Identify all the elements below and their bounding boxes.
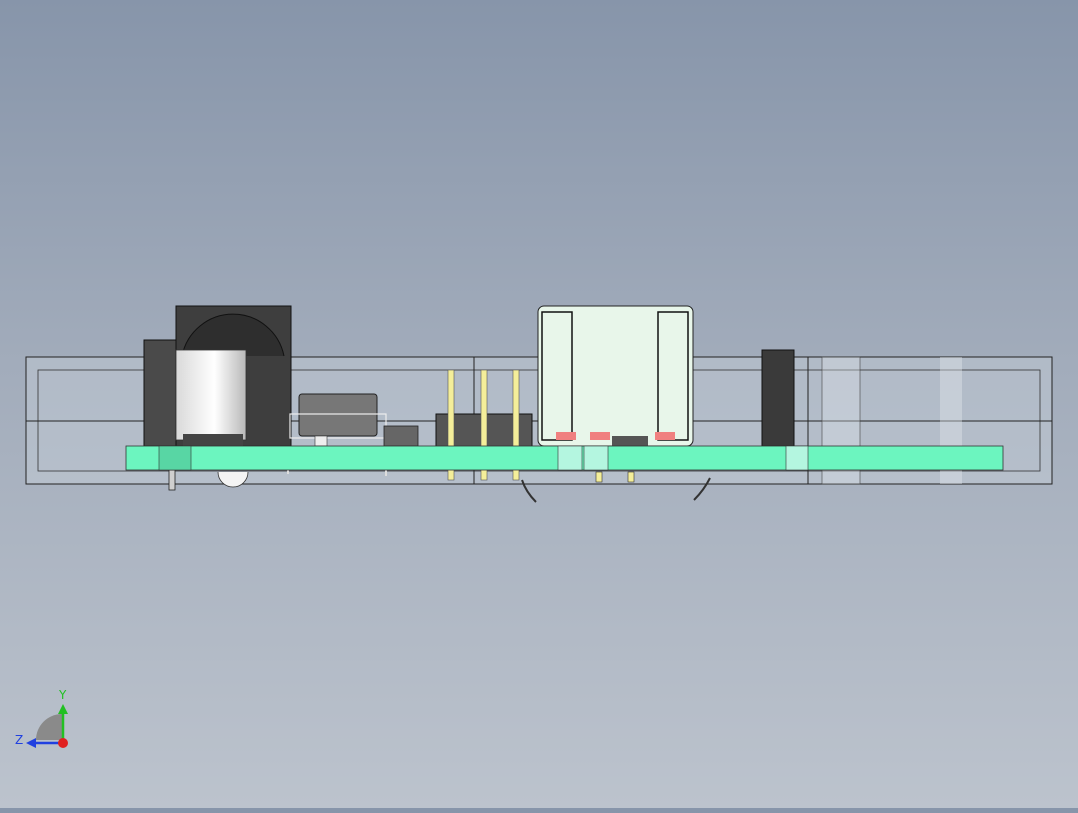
module-foot-1 <box>595 471 603 483</box>
inductor-body <box>298 393 378 437</box>
orientation-triad[interactable]: Y Z <box>15 688 68 748</box>
pcb-via-3 <box>785 445 809 471</box>
smd-pad-3 <box>655 432 675 440</box>
small-ic-1 <box>383 425 419 447</box>
small-ic-2 <box>314 435 328 447</box>
smd-pad-2 <box>590 432 610 440</box>
pcb-via-2 <box>583 445 609 471</box>
model-view-svg: Y Z <box>15 305 1053 748</box>
module-chip <box>612 436 648 446</box>
capacitor-base <box>183 434 243 446</box>
pcb-via-1 <box>557 445 583 471</box>
module-foot-2 <box>627 471 635 483</box>
led-dome <box>217 471 249 488</box>
triad-arc <box>36 714 62 740</box>
cad-viewport[interactable]: Y Z <box>0 0 1078 808</box>
jack-side-block <box>143 339 177 447</box>
triad-z-label: Z <box>15 733 23 747</box>
tall-component <box>761 349 795 447</box>
pcb-highlight-1 <box>158 445 192 471</box>
electrolytic-capacitor <box>175 349 247 441</box>
triad-z-arrow-icon <box>26 738 36 748</box>
triad-y-label: Y <box>58 688 67 702</box>
triad-y-arrow-icon <box>58 704 68 714</box>
module-housing <box>537 305 694 447</box>
triad-x-origin-icon <box>58 738 68 748</box>
jack-pin <box>168 469 176 491</box>
smd-pad-1 <box>556 432 576 440</box>
